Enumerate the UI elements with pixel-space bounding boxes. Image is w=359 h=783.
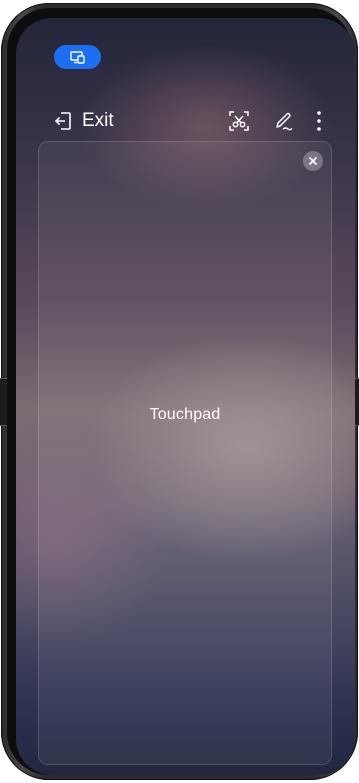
pen-icon xyxy=(276,112,293,131)
more-vertical-icon xyxy=(317,111,321,131)
screen: Exit Touchpad xyxy=(16,18,355,775)
screen-cast-icon xyxy=(69,50,85,64)
exit-icon xyxy=(54,112,71,130)
toolbar: Exit xyxy=(16,106,355,136)
touchpad-close-button[interactable] xyxy=(303,151,323,171)
exit-button[interactable]: Exit xyxy=(54,106,114,136)
annotate-button[interactable] xyxy=(272,109,296,133)
phone-frame: Exit Touchpad xyxy=(0,3,359,780)
screenshot-button[interactable] xyxy=(227,109,251,133)
screenshot-scissors-icon xyxy=(229,111,249,131)
bezel: Exit Touchpad xyxy=(7,8,355,775)
touchpad-label: Touchpad xyxy=(149,406,221,423)
close-icon xyxy=(308,156,318,166)
screen-cast-pill[interactable] xyxy=(54,45,101,69)
exit-label: Exit xyxy=(82,110,114,131)
touchpad-area[interactable]: Touchpad xyxy=(38,141,332,765)
more-button[interactable] xyxy=(307,109,331,133)
